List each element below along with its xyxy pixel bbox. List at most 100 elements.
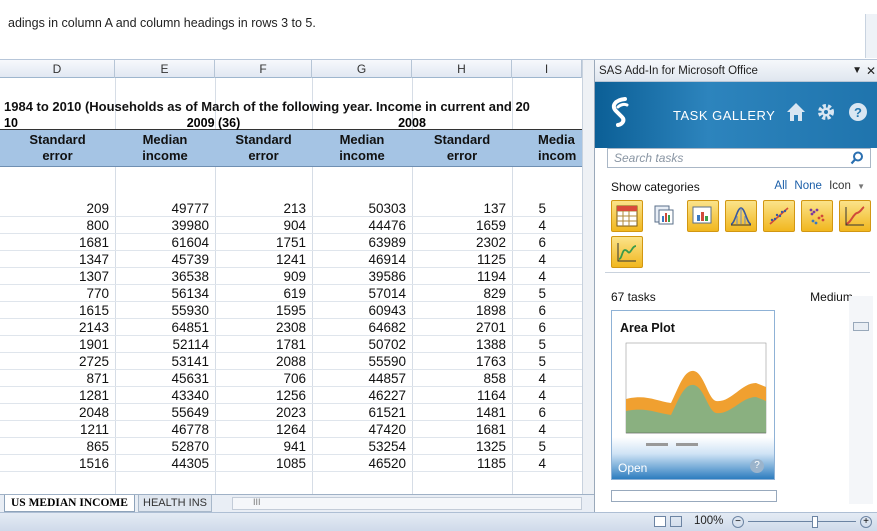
table-cell[interactable]: 44476 xyxy=(312,217,412,234)
link-none[interactable]: None xyxy=(794,180,822,192)
table-cell[interactable]: 1211 xyxy=(0,421,115,438)
table-cell[interactable]: 209 xyxy=(0,200,115,217)
table-cell[interactable]: 2023 xyxy=(215,404,312,421)
table-cell[interactable]: 2143 xyxy=(0,319,115,336)
table-cell[interactable]: 1164 xyxy=(412,387,512,404)
table-cell[interactable]: 36538 xyxy=(115,268,215,285)
table-cell[interactable]: 1325 xyxy=(412,438,512,455)
table-cell[interactable]: 39980 xyxy=(115,217,215,234)
table-cell[interactable]: 5 xyxy=(512,353,552,370)
table-cell[interactable]: 1595 xyxy=(215,302,312,319)
category-data-icon[interactable] xyxy=(611,200,643,232)
table-cell[interactable]: 137 xyxy=(412,200,512,217)
table-cell[interactable]: 5 xyxy=(512,285,552,302)
header-cell[interactable]: Median income xyxy=(312,132,412,164)
zoom-slider[interactable] xyxy=(748,521,856,522)
table-cell[interactable]: 52114 xyxy=(115,336,215,353)
table-cell[interactable]: 57014 xyxy=(312,285,412,302)
header-cell[interactable]: Median income xyxy=(115,132,215,164)
table-cell[interactable]: 64851 xyxy=(115,319,215,336)
table-cell[interactable]: 213 xyxy=(215,200,312,217)
table-cell[interactable]: 53141 xyxy=(115,353,215,370)
table-cell[interactable]: 941 xyxy=(215,438,312,455)
column-header-h[interactable]: H xyxy=(412,60,512,78)
help-icon[interactable]: ? xyxy=(750,459,764,473)
table-cell[interactable]: 4 xyxy=(512,387,552,404)
table-cell[interactable]: 1281 xyxy=(0,387,115,404)
table-cell[interactable]: 1125 xyxy=(412,251,512,268)
sheet-horizontal-scrollbar[interactable]: III xyxy=(232,497,582,510)
pane-vertical-scrollbar[interactable] xyxy=(849,296,873,504)
table-cell[interactable]: 858 xyxy=(412,370,512,387)
header-cell[interactable]: Media incom xyxy=(512,132,582,164)
table-cell[interactable]: 53254 xyxy=(312,438,412,455)
pane-options-icon[interactable]: ▼ xyxy=(852,60,862,82)
table-cell[interactable]: 1898 xyxy=(412,302,512,319)
open-task-link[interactable]: Open xyxy=(618,461,647,475)
column-header-d[interactable]: D xyxy=(0,60,115,78)
table-cell[interactable]: 2302 xyxy=(412,234,512,251)
close-icon[interactable]: ✕ xyxy=(866,60,876,82)
search-icon[interactable] xyxy=(850,151,864,165)
table-cell[interactable]: 4 xyxy=(512,217,552,234)
table-cell[interactable]: 2701 xyxy=(412,319,512,336)
link-all[interactable]: All xyxy=(774,180,787,192)
help-icon[interactable]: ? xyxy=(847,100,869,124)
search-tasks-input[interactable]: Search tasks xyxy=(607,148,871,168)
table-cell[interactable]: 706 xyxy=(215,370,312,387)
table-cell[interactable]: 4 xyxy=(512,455,552,472)
home-icon[interactable] xyxy=(785,100,807,124)
table-cell[interactable]: 60943 xyxy=(312,302,412,319)
table-cell[interactable]: 1307 xyxy=(0,268,115,285)
category-multivariate-icon[interactable] xyxy=(801,200,833,232)
table-cell[interactable]: 56134 xyxy=(115,285,215,302)
table-cell[interactable]: 2725 xyxy=(0,353,115,370)
table-cell[interactable]: 1681 xyxy=(412,421,512,438)
table-cell[interactable]: 2048 xyxy=(0,404,115,421)
table-cell[interactable]: 43340 xyxy=(115,387,215,404)
table-cell[interactable]: 1763 xyxy=(412,353,512,370)
table-cell[interactable]: 46778 xyxy=(115,421,215,438)
table-cell[interactable]: 829 xyxy=(412,285,512,302)
table-cell[interactable]: 61604 xyxy=(115,234,215,251)
table-cell[interactable]: 49777 xyxy=(115,200,215,217)
table-cell[interactable]: 5 xyxy=(512,438,552,455)
zoom-out-icon[interactable]: − xyxy=(732,516,744,528)
table-cell[interactable]: 1781 xyxy=(215,336,312,353)
table-cell[interactable]: 5 xyxy=(512,336,552,353)
area-plot-task-tile[interactable]: Area Plot Open ? xyxy=(611,310,775,480)
table-cell[interactable]: 1681 xyxy=(0,234,115,251)
table-cell[interactable]: 46520 xyxy=(312,455,412,472)
header-cell[interactable]: Standard error xyxy=(412,132,512,164)
table-cell[interactable]: 61521 xyxy=(312,404,412,421)
column-header-g[interactable]: G xyxy=(312,60,412,78)
formula-scroll[interactable] xyxy=(865,14,877,58)
worksheet-grid[interactable]: 1984 to 2010 (Households as of March of … xyxy=(0,78,590,494)
table-cell[interactable]: 46227 xyxy=(312,387,412,404)
table-cell[interactable]: 44857 xyxy=(312,370,412,387)
table-cell[interactable]: 909 xyxy=(215,268,312,285)
table-cell[interactable]: 47420 xyxy=(312,421,412,438)
table-cell[interactable]: 865 xyxy=(0,438,115,455)
table-cell[interactable]: 6 xyxy=(512,319,552,336)
table-cell[interactable]: 50702 xyxy=(312,336,412,353)
table-cell[interactable]: 1347 xyxy=(0,251,115,268)
table-cell[interactable]: 46914 xyxy=(312,251,412,268)
table-cell[interactable]: 871 xyxy=(0,370,115,387)
table-cell[interactable]: 1388 xyxy=(412,336,512,353)
tab-health-ins[interactable]: HEALTH INS xyxy=(138,495,212,512)
table-cell[interactable]: 4 xyxy=(512,268,552,285)
header-cell[interactable]: Standard error xyxy=(0,132,115,164)
table-cell[interactable]: 39586 xyxy=(312,268,412,285)
table-cell[interactable]: 55930 xyxy=(115,302,215,319)
gear-icon[interactable] xyxy=(815,100,837,124)
table-cell[interactable]: 1264 xyxy=(215,421,312,438)
column-header-i[interactable]: I xyxy=(512,60,582,78)
table-cell[interactable]: 1194 xyxy=(412,268,512,285)
category-regression-icon[interactable] xyxy=(763,200,795,232)
table-cell[interactable]: 64682 xyxy=(312,319,412,336)
table-cell[interactable]: 1615 xyxy=(0,302,115,319)
table-cell[interactable]: 45739 xyxy=(115,251,215,268)
table-cell[interactable]: 50303 xyxy=(312,200,412,217)
category-time-series-icon[interactable] xyxy=(839,200,871,232)
